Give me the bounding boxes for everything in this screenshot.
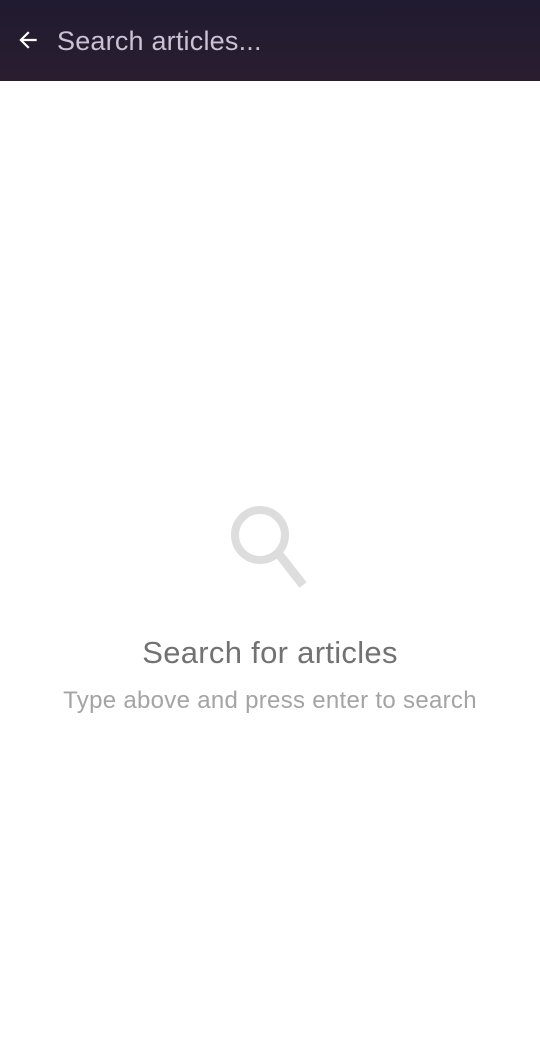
search-input[interactable] <box>57 20 517 62</box>
back-button[interactable] <box>10 22 46 58</box>
empty-state-subtitle: Type above and press enter to search <box>63 687 477 714</box>
empty-state: Search for articles Type above and press… <box>0 500 540 716</box>
search-icon <box>231 506 307 588</box>
empty-state-title: Search for articles <box>142 635 398 670</box>
search-app-bar <box>0 0 540 81</box>
search-screen: Search for articles Type above and press… <box>0 0 540 1060</box>
arrow-left-icon <box>19 31 37 49</box>
